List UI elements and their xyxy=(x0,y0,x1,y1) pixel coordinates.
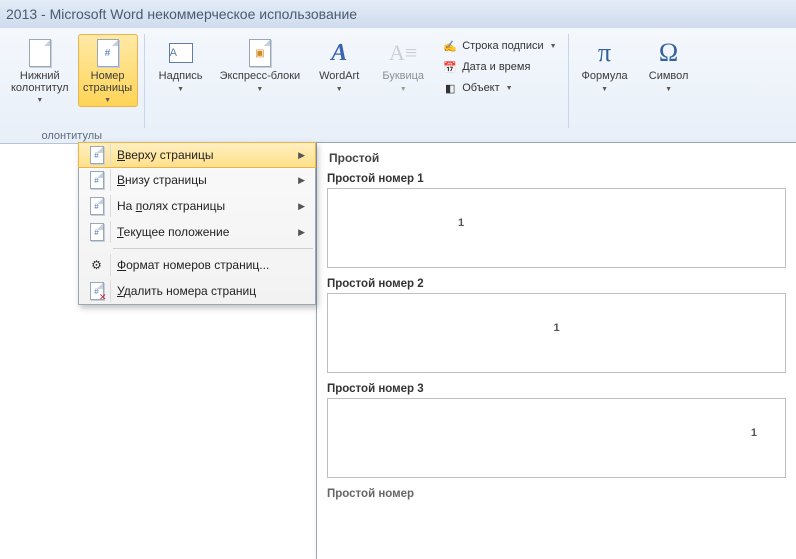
group-header-footer: Нижний колонтитул ▼ # Номер страницы ▼ о… xyxy=(0,34,145,128)
menu-item-icon: # xyxy=(83,144,111,166)
datetime-label: Дата и время xyxy=(462,61,530,73)
menu-item-label: Вверху страницы xyxy=(117,148,298,162)
datetime-icon: 📅 xyxy=(442,59,458,75)
menu-item-label: Удалить номера страниц xyxy=(117,284,311,298)
gallery-item-preview: 1 xyxy=(327,398,786,478)
equation-button[interactable]: π Формула ▼ xyxy=(575,34,635,96)
menu-item[interactable]: # Текущее положение▶ xyxy=(79,219,315,245)
group-label-header-footer: олонтитулы xyxy=(0,130,144,142)
dropdown-icon: ▼ xyxy=(104,97,111,104)
dropcap-label: Буквица xyxy=(382,71,424,83)
menu-item[interactable]: ⚙ Формат номеров страниц... xyxy=(79,252,315,278)
gallery-item-title: Простой номер 2 xyxy=(327,278,786,290)
menu-item[interactable]: # На полях страницы▶ xyxy=(79,193,315,219)
wordart-label: WordArt xyxy=(319,71,359,83)
dropdown-icon: ▼ xyxy=(506,85,513,92)
dropdown-icon: ▼ xyxy=(665,86,672,93)
page-icon xyxy=(24,37,56,69)
page-number-icon: # xyxy=(92,37,124,69)
datetime-button[interactable]: 📅 Дата и время xyxy=(437,57,561,77)
gallery-item-title: Простой номер 1 xyxy=(327,173,786,185)
page-number-label: Номер страницы xyxy=(83,71,132,94)
title-bar: 2013 - Microsoft Word некоммерческое исп… xyxy=(0,0,796,28)
dropcap-button[interactable]: A≡ Буквица ▼ xyxy=(373,34,433,96)
textbox-icon: A xyxy=(165,37,197,69)
menu-item[interactable]: # Внизу страницы▶ xyxy=(79,167,315,193)
submenu-arrow-icon: ▶ xyxy=(298,227,311,238)
menu-item-label: Формат номеров страниц... xyxy=(117,258,311,272)
gallery-item-title: Простой номер 3 xyxy=(327,383,786,395)
signature-icon: ✍ xyxy=(442,38,458,54)
signature-label: Строка подписи xyxy=(462,40,543,52)
signature-line-button[interactable]: ✍ Строка подписи ▼ xyxy=(437,36,561,56)
dropdown-icon: ▼ xyxy=(550,43,557,50)
symbol-icon: Ω xyxy=(653,37,685,69)
symbol-label: Символ xyxy=(649,71,689,83)
page-number-menu: #Вверху страницы▶#Внизу страницы▶#На пол… xyxy=(78,142,316,305)
dropdown-icon: ▼ xyxy=(601,86,608,93)
menu-item-label: Внизу страницы xyxy=(117,173,298,187)
dropdown-icon: ▼ xyxy=(400,86,407,93)
textbox-label: Надпись xyxy=(159,71,203,83)
page-number-button[interactable]: # Номер страницы ▼ xyxy=(78,34,138,107)
menu-item[interactable]: # Вверху страницы▶ xyxy=(78,142,316,168)
page-number-gallery: Простой Простой номер 1 1 Простой номер 2 1… xyxy=(316,142,796,559)
page-number-sample: 1 xyxy=(751,427,757,439)
wordart-button[interactable]: A WordArt ▼ xyxy=(309,34,369,96)
textbox-button[interactable]: A Надпись ▼ xyxy=(151,34,211,96)
symbol-button[interactable]: Ω Символ ▼ xyxy=(639,34,699,96)
gallery-item[interactable]: Простой номер 1 1 xyxy=(327,173,786,268)
equation-icon: π xyxy=(589,37,621,69)
gallery-item[interactable]: Простой номер 2 1 xyxy=(327,278,786,373)
dropdown-icon: ▼ xyxy=(36,97,43,104)
menu-separator xyxy=(113,248,313,249)
object-button[interactable]: ◧ Объект ▼ xyxy=(437,78,561,98)
gallery-item-preview: 1 xyxy=(327,188,786,268)
dropdown-icon: ▼ xyxy=(256,86,263,93)
dropdown-icon: ▼ xyxy=(177,86,184,93)
menu-item-icon: # xyxy=(83,169,111,191)
ribbon: Нижний колонтитул ▼ # Номер страницы ▼ о… xyxy=(0,28,796,144)
footer-button[interactable]: Нижний колонтитул ▼ xyxy=(6,34,74,107)
menu-item-icon: ⚙ xyxy=(83,254,111,276)
quickparts-label: Экспресс-блоки xyxy=(220,71,301,83)
menu-item-label: Текущее положение xyxy=(117,225,298,239)
menu-item-icon: # xyxy=(83,195,111,217)
group-symbols: π Формула ▼ Ω Символ ▼ xyxy=(569,34,705,128)
gallery-item[interactable]: Простой номер 3 1 xyxy=(327,383,786,478)
menu-item-icon: # xyxy=(83,221,111,243)
submenu-arrow-icon: ▶ xyxy=(298,150,311,161)
wordart-icon: A xyxy=(323,37,355,69)
submenu-arrow-icon: ▶ xyxy=(298,201,311,212)
footer-label: Нижний колонтитул xyxy=(11,71,69,94)
window-title: 2013 - Microsoft Word некоммерческое исп… xyxy=(6,6,357,22)
page-number-sample: 1 xyxy=(458,217,464,229)
menu-item-label: На полях страницы xyxy=(117,199,298,213)
quickparts-icon: ▣ xyxy=(244,37,276,69)
gallery-item-title-truncated: Простой номер xyxy=(327,488,786,500)
menu-item-icon: #✕ xyxy=(83,280,111,302)
dropdown-icon: ▼ xyxy=(336,86,343,93)
equation-label: Формула xyxy=(582,71,628,83)
page-number-sample: 1 xyxy=(553,322,559,334)
object-icon: ◧ xyxy=(442,80,458,96)
menu-item[interactable]: #✕ Удалить номера страниц xyxy=(79,278,315,304)
gallery-section-title: Простой xyxy=(329,151,786,165)
submenu-arrow-icon: ▶ xyxy=(298,175,311,186)
gallery-item-preview: 1 xyxy=(327,293,786,373)
group-text: A Надпись ▼ ▣ Экспресс-блоки ▼ A WordArt… xyxy=(145,34,569,128)
object-label: Объект xyxy=(462,82,499,94)
dropcap-icon: A≡ xyxy=(387,37,419,69)
quickparts-button[interactable]: ▣ Экспресс-блоки ▼ xyxy=(215,34,306,96)
